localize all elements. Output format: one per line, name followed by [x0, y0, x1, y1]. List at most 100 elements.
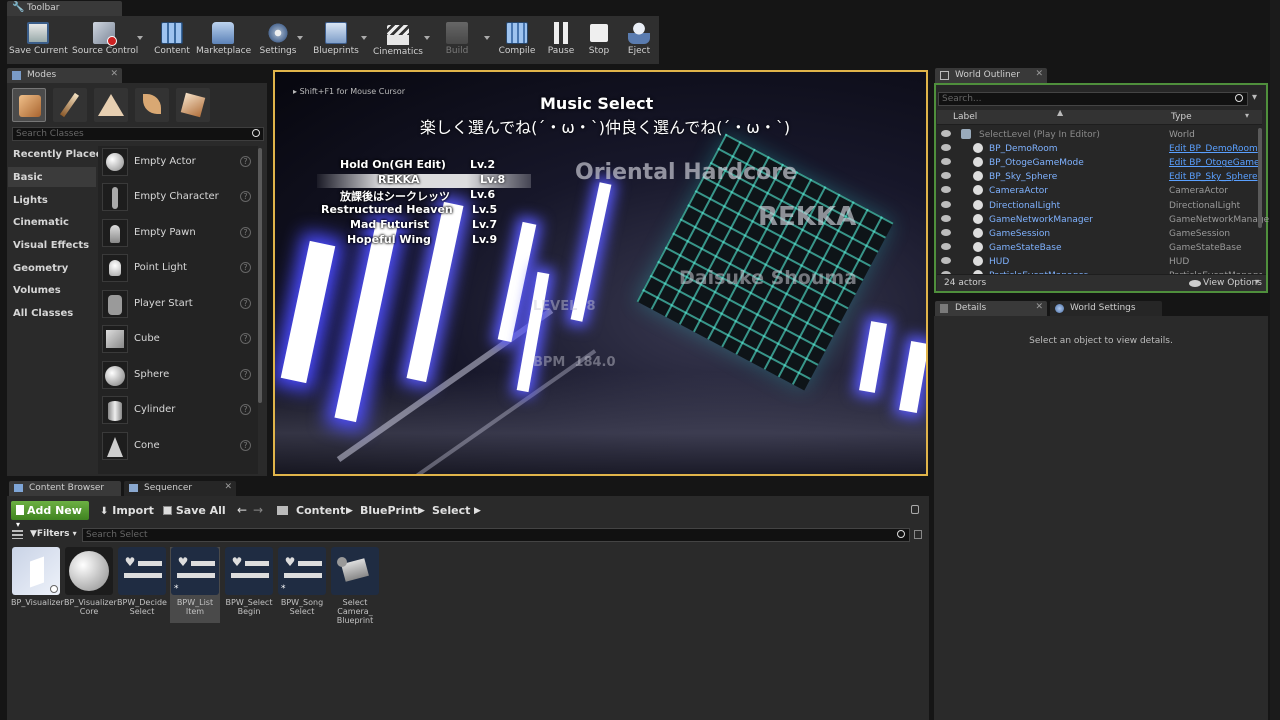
visibility-eye-icon[interactable]	[941, 256, 951, 264]
compile-button[interactable]: Compile	[497, 22, 537, 62]
breadcrumb-content[interactable]: Content	[296, 504, 345, 517]
category-recently-placed[interactable]: Recently Placed	[13, 149, 103, 160]
place-mode-icon[interactable]	[12, 88, 46, 122]
asset-bpw-list-item[interactable]: ♥ * BPW_List Item	[170, 547, 220, 623]
asset-search-box[interactable]: Search Select	[82, 528, 910, 542]
visibility-eye-icon[interactable]	[941, 214, 951, 222]
help-icon[interactable]: ?	[240, 191, 251, 202]
asset-bpw-decide-select[interactable]: ♥ BPW_Decide Select	[117, 547, 167, 616]
class-item-cylinder[interactable]: Cylinder?	[100, 394, 260, 427]
edit-blueprint-link[interactable]: Edit BP_OtogeGame	[1169, 158, 1260, 168]
folder-icon[interactable]	[277, 506, 288, 515]
class-item-cube[interactable]: Cube?	[100, 323, 260, 356]
category-visual-effects[interactable]: Visual Effects	[13, 240, 89, 251]
outliner-row[interactable]: CameraActor CameraActor	[937, 184, 1262, 198]
outliner-row[interactable]: BP_OtogeGameMode Edit BP_OtogeGame	[937, 156, 1262, 170]
world-settings-tab[interactable]: World Settings	[1050, 301, 1162, 316]
save-current-button[interactable]: Save Current	[9, 22, 68, 62]
outliner-scrollbar[interactable]	[1258, 128, 1262, 228]
song-item-rekka[interactable]: REKKA	[378, 173, 420, 186]
edit-blueprint-link[interactable]: Edit BP_Sky_Sphere	[1169, 172, 1258, 182]
source-control-button[interactable]: Source Control	[72, 22, 138, 62]
class-item-sphere[interactable]: Sphere?	[100, 359, 260, 392]
save-search-icon[interactable]	[914, 530, 922, 539]
content-browser-tab[interactable]: Content Browser	[9, 481, 121, 496]
source-control-dropdown-icon[interactable]	[137, 36, 143, 40]
asset-bpw-song-select[interactable]: ♥ * BPW_Song Select	[277, 547, 327, 616]
visibility-eye-icon[interactable]	[941, 158, 951, 166]
marketplace-button[interactable]: Marketplace	[196, 22, 251, 62]
outliner-row[interactable]: BP_Sky_Sphere Edit BP_Sky_Sphere	[937, 170, 1262, 184]
asset-select-camera-blueprint[interactable]: Select Camera_ Blueprint	[330, 547, 380, 625]
outliner-row[interactable]: HUD HUD	[937, 255, 1262, 269]
category-cinematic[interactable]: Cinematic	[13, 217, 69, 228]
modes-tab[interactable]: Modes ✕	[7, 68, 122, 83]
settings-dropdown-icon[interactable]	[297, 36, 303, 40]
cinematics-button[interactable]: Cinematics	[372, 22, 424, 62]
help-icon[interactable]: ?	[240, 262, 251, 273]
category-all-classes[interactable]: All Classes	[13, 308, 73, 319]
close-icon[interactable]: ✕	[1035, 69, 1043, 79]
import-button[interactable]: ⬇ Import	[100, 504, 154, 517]
cinematics-dropdown-icon[interactable]	[424, 36, 430, 40]
outliner-search-box[interactable]: Search...	[938, 92, 1248, 106]
geometry-edit-mode-icon[interactable]	[176, 88, 210, 122]
close-icon[interactable]: ✕	[1035, 302, 1043, 312]
build-dropdown-icon[interactable]	[484, 36, 490, 40]
add-new-button[interactable]: Add New ▾	[11, 501, 89, 529]
help-icon[interactable]: ?	[240, 440, 251, 451]
column-label-header[interactable]: Label	[953, 112, 977, 122]
category-geometry[interactable]: Geometry	[13, 263, 68, 274]
history-back-icon[interactable]: ←	[237, 503, 247, 517]
modes-search-box[interactable]: Search Classes	[12, 127, 264, 141]
breadcrumb-select[interactable]: Select	[432, 504, 470, 517]
class-item-cone[interactable]: Cone?	[100, 430, 260, 463]
visibility-eye-icon[interactable]	[941, 130, 951, 137]
outliner-row[interactable]: GameSession GameSession	[937, 227, 1262, 241]
pause-button[interactable]: Pause	[544, 22, 578, 62]
song-item-restructured-heaven[interactable]: Restructured Heaven	[321, 203, 453, 216]
class-item-empty-actor[interactable]: Empty Actor?	[100, 146, 260, 179]
save-all-button[interactable]: Save All	[163, 504, 226, 517]
sequencer-tab[interactable]: Sequencer ✕	[124, 481, 236, 496]
help-icon[interactable]: ?	[240, 333, 251, 344]
category-lights[interactable]: Lights	[13, 195, 48, 206]
song-item-hold-on[interactable]: Hold On(GH Edit)	[340, 158, 446, 171]
blueprints-dropdown-icon[interactable]	[361, 36, 367, 40]
song-item-mad-futurist[interactable]: Mad Futurist	[350, 218, 429, 231]
song-item-hopeful-wing[interactable]: Hopeful Wing	[347, 233, 431, 246]
visibility-eye-icon[interactable]	[941, 228, 951, 236]
outliner-row[interactable]: GameNetworkManager GameNetworkManage	[937, 213, 1269, 227]
class-item-empty-pawn[interactable]: Empty Pawn?	[100, 217, 260, 250]
outliner-row[interactable]: BP_DemoRoom Edit BP_DemoRoom	[937, 142, 1262, 156]
song-item-houkago[interactable]: 放課後はシークレッツ	[340, 188, 450, 204]
visibility-eye-icon[interactable]	[941, 186, 951, 194]
paint-mode-icon[interactable]	[53, 88, 87, 122]
close-icon[interactable]: ✕	[224, 482, 232, 492]
asset-bp-visualizer-core[interactable]: BP_Visualizer Core	[64, 547, 117, 616]
lock-icon[interactable]	[911, 505, 919, 514]
category-basic[interactable]: Basic	[13, 172, 43, 183]
blueprints-button[interactable]: Blueprints	[312, 22, 360, 62]
toolbar-tab[interactable]: 🔧 Toolbar	[7, 1, 122, 16]
category-volumes[interactable]: Volumes	[13, 285, 61, 296]
view-options-button[interactable]: View Options	[1203, 278, 1262, 288]
modes-scrollbar[interactable]	[258, 148, 262, 403]
column-type-header[interactable]: Type	[1171, 112, 1192, 122]
edit-blueprint-link[interactable]: Edit BP_DemoRoom	[1169, 144, 1258, 154]
history-forward-icon[interactable]: →	[253, 503, 263, 517]
outliner-row[interactable]: GameStateBase GameStateBase	[937, 241, 1262, 255]
class-item-point-light[interactable]: Point Light?	[100, 252, 260, 285]
visibility-eye-icon[interactable]	[941, 200, 951, 208]
asset-bpw-select-begin[interactable]: ♥ BPW_Select Begin	[224, 547, 274, 616]
add-filter-icon[interactable]: ▾	[1252, 93, 1264, 104]
visibility-eye-icon[interactable]	[941, 242, 951, 250]
visibility-eye-icon[interactable]	[941, 172, 951, 180]
help-icon[interactable]: ?	[240, 404, 251, 415]
visibility-eye-icon[interactable]	[941, 144, 951, 152]
outliner-row[interactable]: SelectLevel (Play In Editor) World	[937, 128, 1262, 142]
game-viewport[interactable]: ▸ Shift+F1 for Mouse Cursor Music Select…	[275, 72, 926, 474]
build-button[interactable]: Build	[440, 22, 474, 62]
help-icon[interactable]: ?	[240, 369, 251, 380]
class-item-empty-character[interactable]: Empty Character?	[100, 181, 260, 214]
